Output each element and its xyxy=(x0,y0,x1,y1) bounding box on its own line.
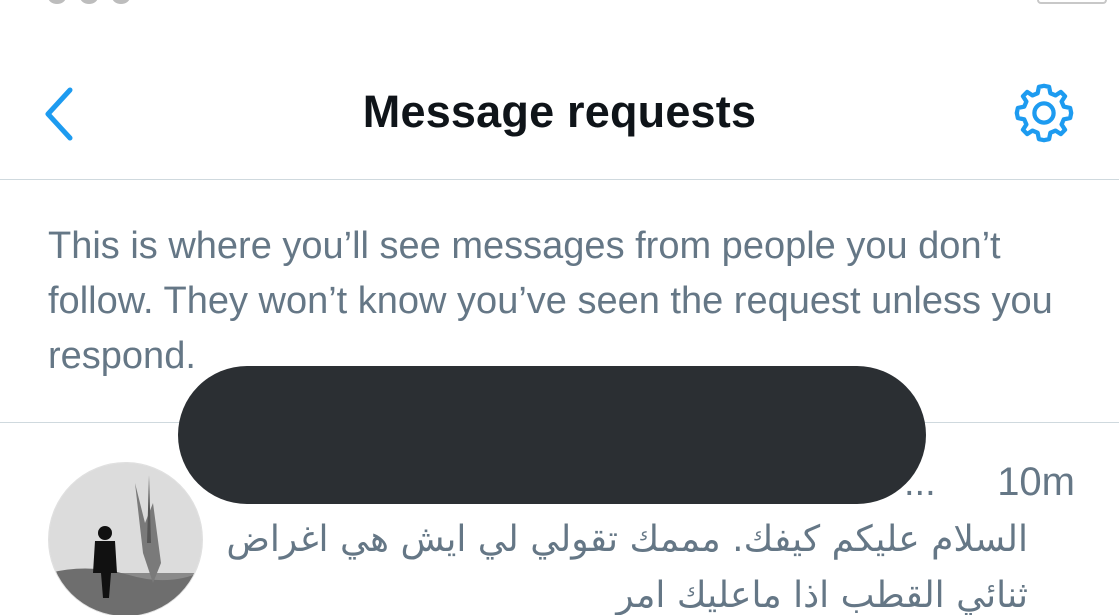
timestamp: 10m xyxy=(997,460,1075,504)
settings-button[interactable] xyxy=(1011,80,1077,146)
gear-icon xyxy=(1014,83,1074,143)
message-preview: السلام عليكم كيفك. مممك تقولي لي ايش هي … xyxy=(226,519,1028,615)
info-text: This is where you’ll see messages from p… xyxy=(48,225,1053,377)
avatar-image xyxy=(49,463,202,615)
page-title: Message requests xyxy=(362,86,757,137)
avatar[interactable] xyxy=(48,462,203,615)
redaction-bar xyxy=(178,366,926,504)
status-bar-signal xyxy=(48,0,130,4)
battery-icon xyxy=(1037,0,1107,4)
navigation-bar: Message requests xyxy=(0,40,1119,180)
